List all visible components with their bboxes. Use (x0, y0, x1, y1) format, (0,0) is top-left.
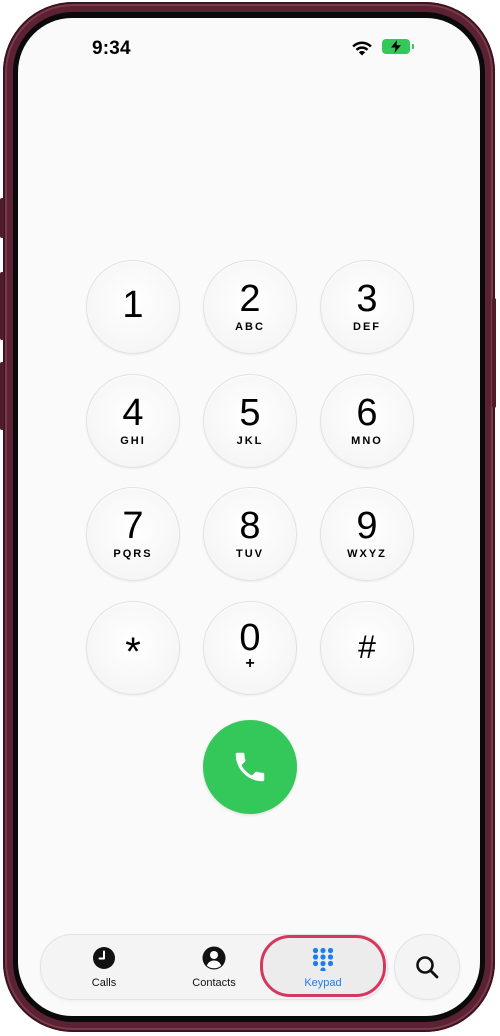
key-letters: JKL (236, 435, 264, 447)
key-2[interactable]: 2 ABC (203, 260, 297, 354)
key-digit: 9 (356, 505, 378, 547)
key-4[interactable]: 4 GHI (86, 374, 180, 468)
key-letters: ABC (235, 321, 265, 333)
action-button (0, 198, 4, 238)
key-9[interactable]: 9 WXYZ (320, 487, 414, 581)
key-digit: 0 (239, 617, 261, 659)
battery-charging-icon (382, 39, 414, 54)
key-digit: 5 (239, 392, 261, 434)
key-star[interactable]: * (86, 601, 180, 695)
key-letters: GHI (120, 435, 146, 447)
key-letters: DEF (353, 321, 381, 333)
key-letters: WXYZ (347, 548, 387, 560)
key-digit: 4 (122, 392, 144, 434)
tab-calls[interactable]: Calls (59, 935, 149, 999)
key-digit: * (125, 630, 141, 674)
volume-down-button (0, 362, 4, 430)
tab-label: Keypad (304, 977, 342, 989)
key-digit: 8 (239, 505, 261, 547)
clock-icon (93, 947, 115, 969)
key-3[interactable]: 3 DEF (320, 260, 414, 354)
call-button[interactable] (203, 720, 297, 814)
status-time: 9:34 (92, 38, 131, 59)
volume-up-button (0, 272, 4, 340)
key-digit: 7 (122, 505, 144, 547)
key-digit: 3 (356, 278, 378, 320)
key-hash[interactable]: # (320, 601, 414, 695)
tab-contacts[interactable]: Contacts (169, 935, 259, 999)
tab-label: Contacts (192, 977, 236, 989)
tab-keypad[interactable]: Keypad (260, 935, 386, 997)
tab-bar: Calls Contacts Keypad (40, 934, 388, 1000)
wifi-icon (352, 41, 372, 56)
key-digit: # (358, 629, 376, 665)
key-0[interactable]: 0 + (203, 601, 297, 695)
power-button (492, 298, 496, 408)
phone-icon (235, 752, 265, 782)
key-6[interactable]: 6 MNO (320, 374, 414, 468)
key-8[interactable]: 8 TUV (203, 487, 297, 581)
key-letters: TUV (236, 548, 264, 560)
key-letters: MNO (351, 435, 383, 447)
tab-label: Calls (91, 977, 117, 989)
key-letters: PQRS (113, 548, 153, 560)
keypad-grid-icon (312, 947, 334, 971)
key-5[interactable]: 5 JKL (203, 374, 297, 468)
key-digit: 1 (122, 284, 144, 326)
key-digit: 2 (239, 278, 261, 320)
key-letters: + (245, 655, 255, 672)
search-icon (416, 956, 439, 979)
person-icon (202, 946, 226, 970)
screen: 9:34 1 2 ABC 3 DEF 4 GHI 5 JKL 6 MNO 7 P… (18, 18, 480, 1016)
key-7[interactable]: 7 PQRS (86, 487, 180, 581)
key-1[interactable]: 1 (86, 260, 180, 354)
key-digit: 6 (356, 392, 378, 434)
bolt-icon (391, 40, 401, 53)
search-button[interactable] (394, 934, 460, 1000)
